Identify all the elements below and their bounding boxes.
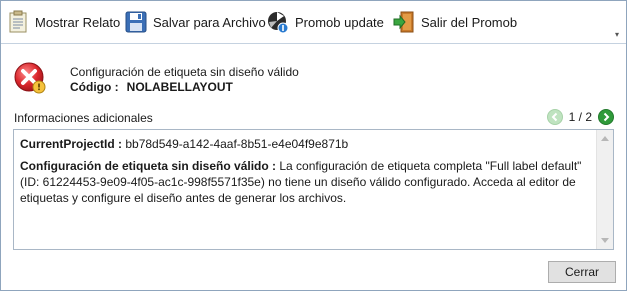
scroll-up-icon[interactable] <box>601 136 609 141</box>
previous-page-button[interactable] <box>546 109 563 125</box>
next-page-button[interactable] <box>598 109 614 125</box>
exit-icon <box>393 10 415 34</box>
info-pager: 1 / 2 <box>546 108 614 126</box>
details-content: CurrentProjectId : bb78d549-a142-4aaf-8b… <box>20 136 594 212</box>
arrow-right-icon <box>603 112 610 122</box>
project-id-key: CurrentProjectId : <box>20 137 123 151</box>
page-indicator: 1 / 2 <box>568 110 592 124</box>
update-icon <box>267 10 289 34</box>
error-icon <box>13 61 47 95</box>
save-to-file-button[interactable]: Salvar para Archivo <box>125 7 266 37</box>
exit-promob-label: Salir del Promob <box>421 14 518 30</box>
message-header: Configuración de etiqueta sin diseño vál… <box>13 59 613 101</box>
scroll-down-icon[interactable] <box>601 238 609 243</box>
toolbar-overflow-button[interactable]: ▾ <box>612 31 622 39</box>
save-to-file-label: Salvar para Archivo <box>153 14 266 30</box>
show-report-button[interactable]: Mostrar Relato <box>7 7 120 37</box>
details-box[interactable]: CurrentProjectId : bb78d549-a142-4aaf-8b… <box>13 129 614 250</box>
project-id-line: CurrentProjectId : bb78d549-a142-4aaf-8b… <box>20 136 594 152</box>
code-value: NOLABELLAYOUT <box>126 80 233 94</box>
promob-update-label: Promob update <box>295 14 384 30</box>
exit-promob-button[interactable]: Salir del Promob <box>393 7 517 37</box>
arrow-left-icon <box>551 112 557 122</box>
message-title: Configuración de etiqueta sin diseño vál… <box>70 65 299 79</box>
project-id-value: bb78d549-a142-4aaf-8b51-e4e04f9e871b <box>125 137 349 151</box>
error-code: Código : NOLABELLAYOUT <box>70 80 233 94</box>
toolbar: Mostrar Relato Salvar para Archivo Promo… <box>1 1 626 44</box>
save-icon <box>125 10 147 34</box>
code-label: Código : <box>70 80 119 94</box>
error-detail-line: Configuración de etiqueta sin diseño vál… <box>20 158 594 206</box>
show-report-label: Mostrar Relato <box>35 14 121 30</box>
error-dialog: Mostrar Relato Salvar para Archivo Promo… <box>0 0 627 291</box>
error-detail-key: Configuración de etiqueta sin diseño vál… <box>20 159 277 173</box>
close-button[interactable]: Cerrar <box>548 261 616 283</box>
report-icon <box>7 10 29 34</box>
additional-info-label: Informaciones adicionales <box>14 111 153 125</box>
promob-update-button[interactable]: Promob update <box>267 7 384 37</box>
details-scrollbar[interactable] <box>596 130 613 249</box>
